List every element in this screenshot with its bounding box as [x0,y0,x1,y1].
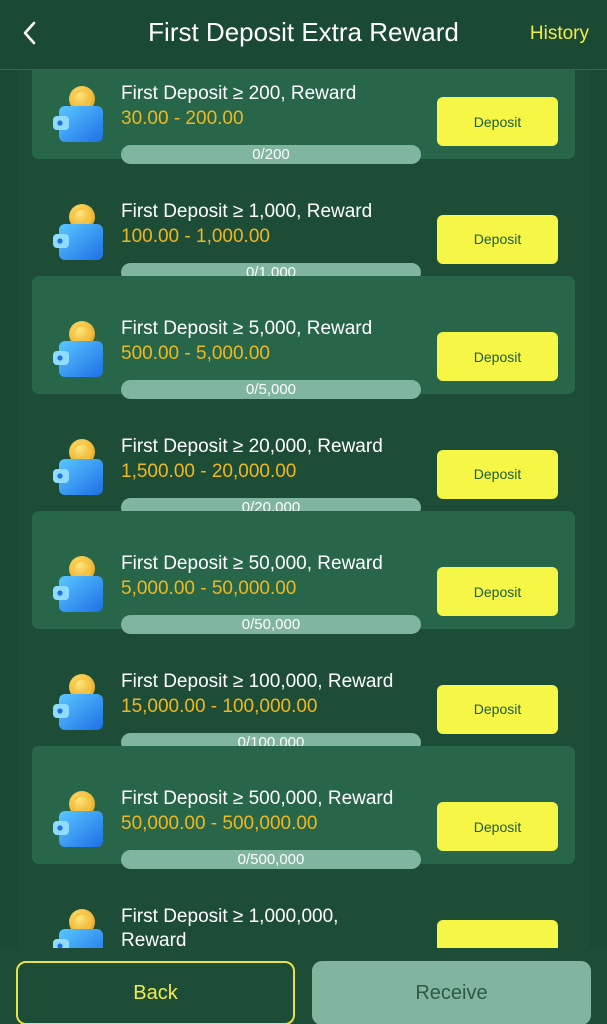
task-row: First Deposit ≥ 100,000, Reward 15,000.0… [32,629,575,752]
wallet-coin-icon [50,321,110,381]
deposit-button[interactable] [437,919,558,948]
reward-range: 50,000.00 - 500,000.00 [121,813,318,834]
deposit-button[interactable]: Deposit [437,567,558,616]
task-row: First Deposit ≥ 1,000,000, Reward [32,864,575,949]
task-title: First Deposit ≥ 50,000, Reward [121,553,383,574]
task-row: First Deposit ≥ 20,000, Reward 1,500.00 … [32,394,575,517]
back-button[interactable]: Back [16,961,295,1024]
task-list-panel[interactable]: First Deposit ≥ 200, Reward 30.00 - 200.… [18,70,589,948]
task-row: First Deposit ≥ 50,000, Reward 5,000.00 … [32,511,575,634]
task-title: First Deposit ≥ 100,000, Reward [121,670,394,692]
wallet-coin-icon [50,673,110,734]
wallet-coin-icon [50,556,110,616]
task-row: First Deposit ≥ 1,000, Reward 100.00 - 1… [32,159,575,282]
deposit-button[interactable]: Deposit [437,802,558,851]
receive-button[interactable]: Receive [312,961,591,1024]
reward-range: 500.00 - 5,000.00 [121,343,270,364]
wallet-coin-icon [50,86,110,146]
deposit-button[interactable]: Deposit [437,214,558,264]
footer-bar: Back Receive [0,948,607,1024]
deposit-button[interactable]: Deposit [437,332,558,381]
page-title: First Deposit Extra Reward [148,17,459,47]
deposit-button[interactable]: Deposit [437,684,558,734]
reward-range: 100.00 - 1,000.00 [121,225,270,247]
wallet-coin-icon [50,438,110,499]
task-title: First Deposit ≥ 1,000,000, Reward [121,905,339,949]
task-row: First Deposit ≥ 500,000, Reward 50,000.0… [32,746,575,869]
task-title: First Deposit ≥ 1,000, Reward [121,200,373,222]
reward-range: 5,000.00 - 50,000.00 [121,578,297,599]
task-row: First Deposit ≥ 200, Reward 30.00 - 200.… [32,70,575,164]
header-bar: First Deposit Extra Reward History [0,0,607,70]
reward-range: 30.00 - 200.00 [121,108,244,129]
reward-range: 15,000.00 - 100,000.00 [121,695,318,717]
task-title: First Deposit ≥ 200, Reward [121,83,357,104]
task-list: First Deposit ≥ 200, Reward 30.00 - 200.… [32,70,575,948]
deposit-button[interactable]: Deposit [437,449,558,499]
deposit-button[interactable]: Deposit [437,97,558,146]
task-row: First Deposit ≥ 5,000, Reward 500.00 - 5… [32,276,575,399]
task-title: First Deposit ≥ 20,000, Reward [121,435,383,457]
task-title: First Deposit ≥ 500,000, Reward [121,788,394,809]
task-title: First Deposit ≥ 5,000, Reward [121,318,373,339]
wallet-coin-icon [50,908,110,948]
wallet-coin-icon [50,791,110,851]
history-link[interactable]: History [530,23,589,45]
wallet-coin-icon [50,203,110,264]
reward-range: 1,500.00 - 20,000.00 [121,460,297,482]
